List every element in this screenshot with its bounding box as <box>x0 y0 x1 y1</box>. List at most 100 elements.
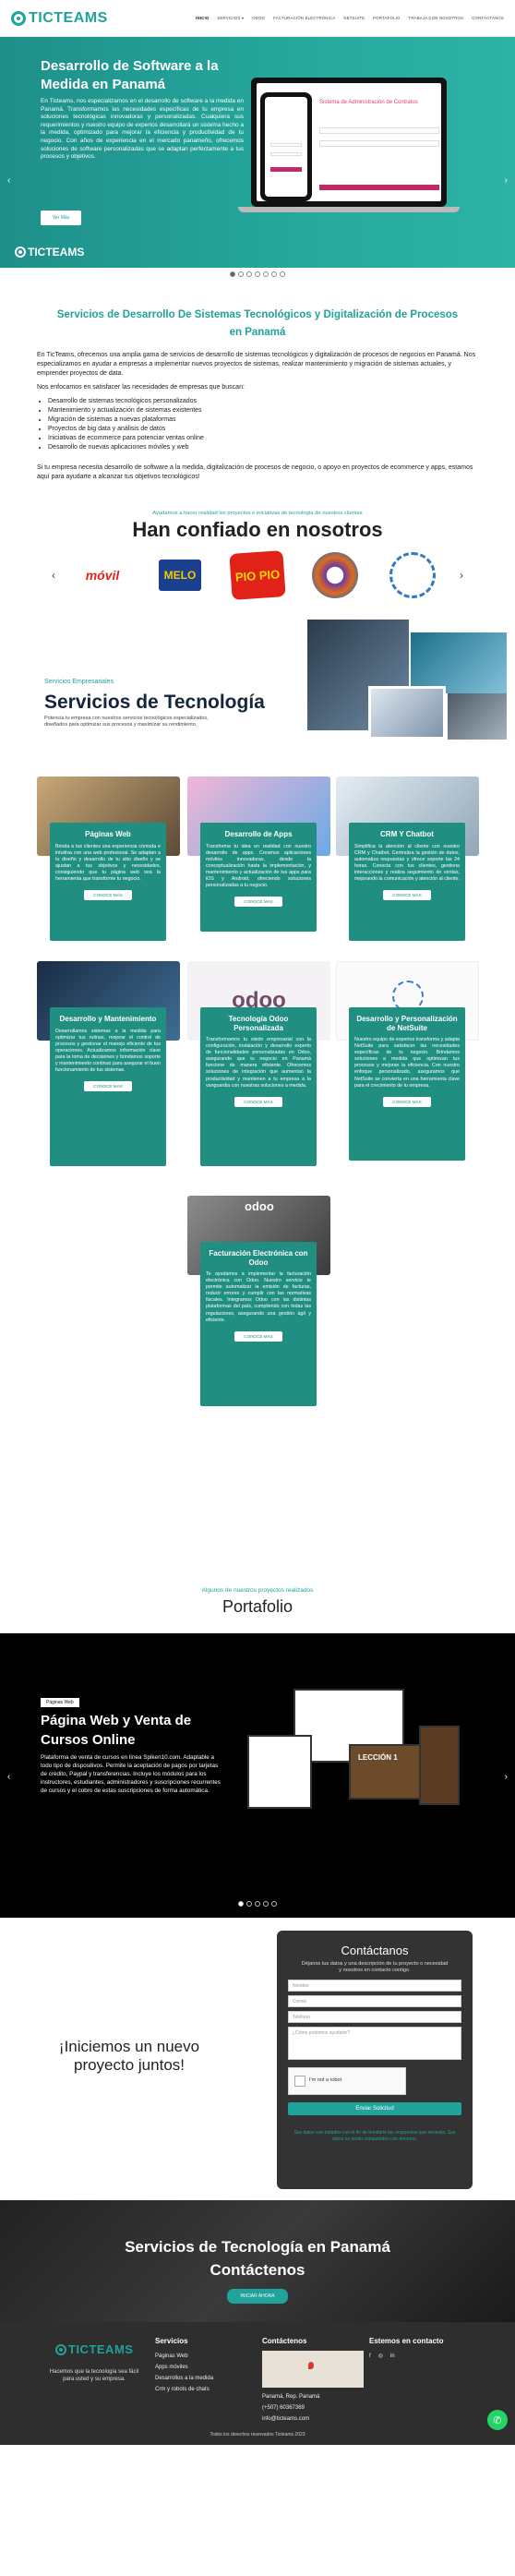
hero-dot[interactable] <box>280 271 285 277</box>
nav-item-facturacion[interactable]: FACTURACIÓN ELECTRÓNICA <box>273 16 335 21</box>
portfolio-dot[interactable] <box>238 1901 244 1907</box>
hero-next-arrow-icon[interactable]: › <box>505 175 508 186</box>
footer-services-title: Servicios <box>155 2337 188 2345</box>
mockup-lesson-label: LECCIÓN 1 <box>358 1753 398 1762</box>
hero-dot[interactable] <box>271 271 277 277</box>
footer-contact-title: Contáctenos <box>262 2337 307 2345</box>
nav-item-trabaja[interactable]: TRABAJA CON NOSOTROS <box>409 16 464 21</box>
footer-link[interactable]: Desarrollos a la medida <box>155 2373 213 2384</box>
portfolio-dot[interactable] <box>255 1901 260 1907</box>
footer-social-title: Estemos en contacto <box>369 2337 444 2345</box>
hero-dot[interactable] <box>246 271 252 277</box>
copyright: Todos los derechos reservados Ticteams 2… <box>210 2432 305 2438</box>
portfolio-next-arrow-icon[interactable]: › <box>505 1772 508 1782</box>
collage-photo <box>448 693 507 740</box>
nav-item-contactanos[interactable]: CONTÁCTANOS <box>472 16 504 21</box>
intro-title: Servicios de Desarrollo De Sistemas Tecn… <box>56 309 459 338</box>
card-title: Desarrollo y Mantenimiento <box>59 1015 157 1023</box>
tablet-mockup <box>247 1735 312 1809</box>
footer-social: Estemos en contacto f ◎ in <box>369 2337 443 2362</box>
client-logo-melo: MELO <box>150 549 210 601</box>
portfolio-prev-arrow-icon[interactable]: ‹ <box>7 1772 10 1782</box>
linkedin-icon[interactable]: in <box>390 2351 395 2362</box>
footer-email[interactable]: info@ticteams.com <box>262 2413 364 2425</box>
portfolio-dot[interactable] <box>263 1901 269 1907</box>
clients-prev-icon[interactable]: ‹ <box>52 569 55 582</box>
instagram-icon[interactable]: ◎ <box>378 2351 383 2362</box>
cta-band: Servicios de Tecnología en Panamá Contác… <box>0 2200 515 2322</box>
phone-field[interactable]: Teléfono <box>288 2011 461 2023</box>
card-title: Desarrollo y Personalización de NetSuite <box>356 1015 458 1032</box>
nav-item-inicio[interactable]: INICIO <box>196 16 209 21</box>
client-logo-piopio: PIO PIO <box>227 549 288 601</box>
hero-dot[interactable] <box>263 271 269 277</box>
portfolio-dot[interactable] <box>246 1901 252 1907</box>
portfolio-dot[interactable] <box>271 1901 277 1907</box>
hero-dot[interactable] <box>255 271 260 277</box>
card-body: Facturación Electrónica con Odoo Te ayud… <box>200 1242 317 1406</box>
footer-map[interactable] <box>262 2351 364 2388</box>
clients-next-icon[interactable]: › <box>460 569 463 582</box>
laptop-button <box>319 185 439 190</box>
card-body: CRM Y Chatbot Simplifica la atención al … <box>349 823 465 941</box>
name-field[interactable]: Nombre <box>288 1980 461 1992</box>
services-title: Servicios de Tecnología <box>44 692 265 713</box>
hero-phone-mockup <box>260 92 312 201</box>
nav-item-netsuite[interactable]: NETSUITE <box>343 16 365 21</box>
card-conoce-mas-button[interactable]: CONOCE MÁS <box>383 890 431 901</box>
nav-item-portafolio[interactable]: PORTAFOLIO <box>373 16 400 21</box>
whatsapp-icon[interactable]: ✆ <box>487 2410 508 2430</box>
facebook-icon[interactable]: f <box>369 2351 371 2362</box>
social-links: f ◎ in <box>369 2351 443 2362</box>
client-logo-movil: móvil <box>85 568 120 583</box>
footer-link[interactable]: Crm y robots de chats <box>155 2384 213 2395</box>
header-logo[interactable]: TICTEAMS <box>11 10 108 27</box>
card-conoce-mas-button[interactable]: CONOCE MÁS <box>234 1096 282 1107</box>
email-field[interactable]: Correo <box>288 1995 461 2007</box>
intro-bullets: Desarrollo de sistemas tecnológicos pers… <box>44 397 478 452</box>
card-body: Páginas Web Brinda a tus clientes una ex… <box>50 823 166 941</box>
message-textarea[interactable]: ¿Cómo podemos ayudarte? <box>288 2027 461 2060</box>
card-conoce-mas-button[interactable]: CONOCE MÁS <box>383 1096 431 1107</box>
footer-logo-mark-icon <box>55 2343 66 2355</box>
card-text: Te ayudamos a implementar la facturación… <box>206 1271 311 1323</box>
footer-services: Servicios Páginas Web Apps móviles Desar… <box>155 2337 213 2395</box>
hero-dot[interactable] <box>230 271 235 277</box>
recaptcha-label: I'm not a robot <box>309 2077 341 2083</box>
bullet-item: Mantenimiento y actualización de sistema… <box>48 406 478 415</box>
footer-link[interactable]: Apps móviles <box>155 2362 213 2373</box>
footer-slogan: Hacemos que la tecnología sea fácil para… <box>49 2369 139 2382</box>
footer-logo-text: TICTEAMS <box>68 2342 134 2356</box>
card-conoce-mas-button[interactable]: CONOCE MÁS <box>234 1330 282 1342</box>
recaptcha-checkbox[interactable] <box>294 2076 305 2087</box>
laptop-mockup: LECCIÓN 1 <box>349 1744 423 1800</box>
hero-dot[interactable] <box>238 271 244 277</box>
portfolio-tag: Páginas Web <box>41 1698 79 1707</box>
card-conoce-mas-button[interactable]: CONOCE MÁS <box>84 1081 132 1092</box>
phone-button <box>270 167 302 172</box>
phone-screen <box>265 97 307 197</box>
submit-button[interactable]: Enviar Solicitud <box>288 2102 461 2115</box>
card-conoce-mas-button[interactable]: CONOCE MÁS <box>84 890 132 901</box>
card-title: Desarrollo de Apps <box>224 830 293 838</box>
contact-form: Contáctanos Déjanos tus datos y una desc… <box>277 1931 473 2189</box>
card-title: Tecnología Odoo Personalizada <box>228 1015 289 1032</box>
hero-prev-arrow-icon[interactable]: ‹ <box>7 175 10 186</box>
card-title: CRM Y Chatbot <box>380 830 434 838</box>
footer-phone[interactable]: (+507) 60367369 <box>262 2402 364 2413</box>
intro-p1: En TicTeams, ofrecemos una amplia gama d… <box>37 352 476 377</box>
hero-ver-mas-button[interactable]: Ver Más <box>41 211 81 225</box>
intro-section: Servicios de Desarrollo De Sistemas Tecn… <box>0 284 515 498</box>
nav-item-odoo[interactable]: ODOO <box>252 16 265 21</box>
card-text: Transformamos tu visión empresarial con … <box>206 1037 311 1089</box>
footer-logo[interactable]: TICTEAMS <box>55 2342 133 2356</box>
laptop-base <box>238 207 460 212</box>
services-photo-collage <box>307 620 507 740</box>
footer-link[interactable]: Páginas Web <box>155 2351 213 2362</box>
card-body: Desarrollo y Personalización de NetSuite… <box>349 1007 465 1161</box>
card-conoce-mas-button[interactable]: CONOCE MÁS <box>234 897 282 908</box>
nav-item-servicios[interactable]: SERVICIOS ▾ <box>217 16 244 21</box>
iniciar-ahora-button[interactable]: INICIAR AHORA <box>227 2289 288 2304</box>
hero-logo: TICTEAMS <box>15 246 84 259</box>
bullet-item: Migración de sistemas a nuevas plataform… <box>48 415 478 425</box>
